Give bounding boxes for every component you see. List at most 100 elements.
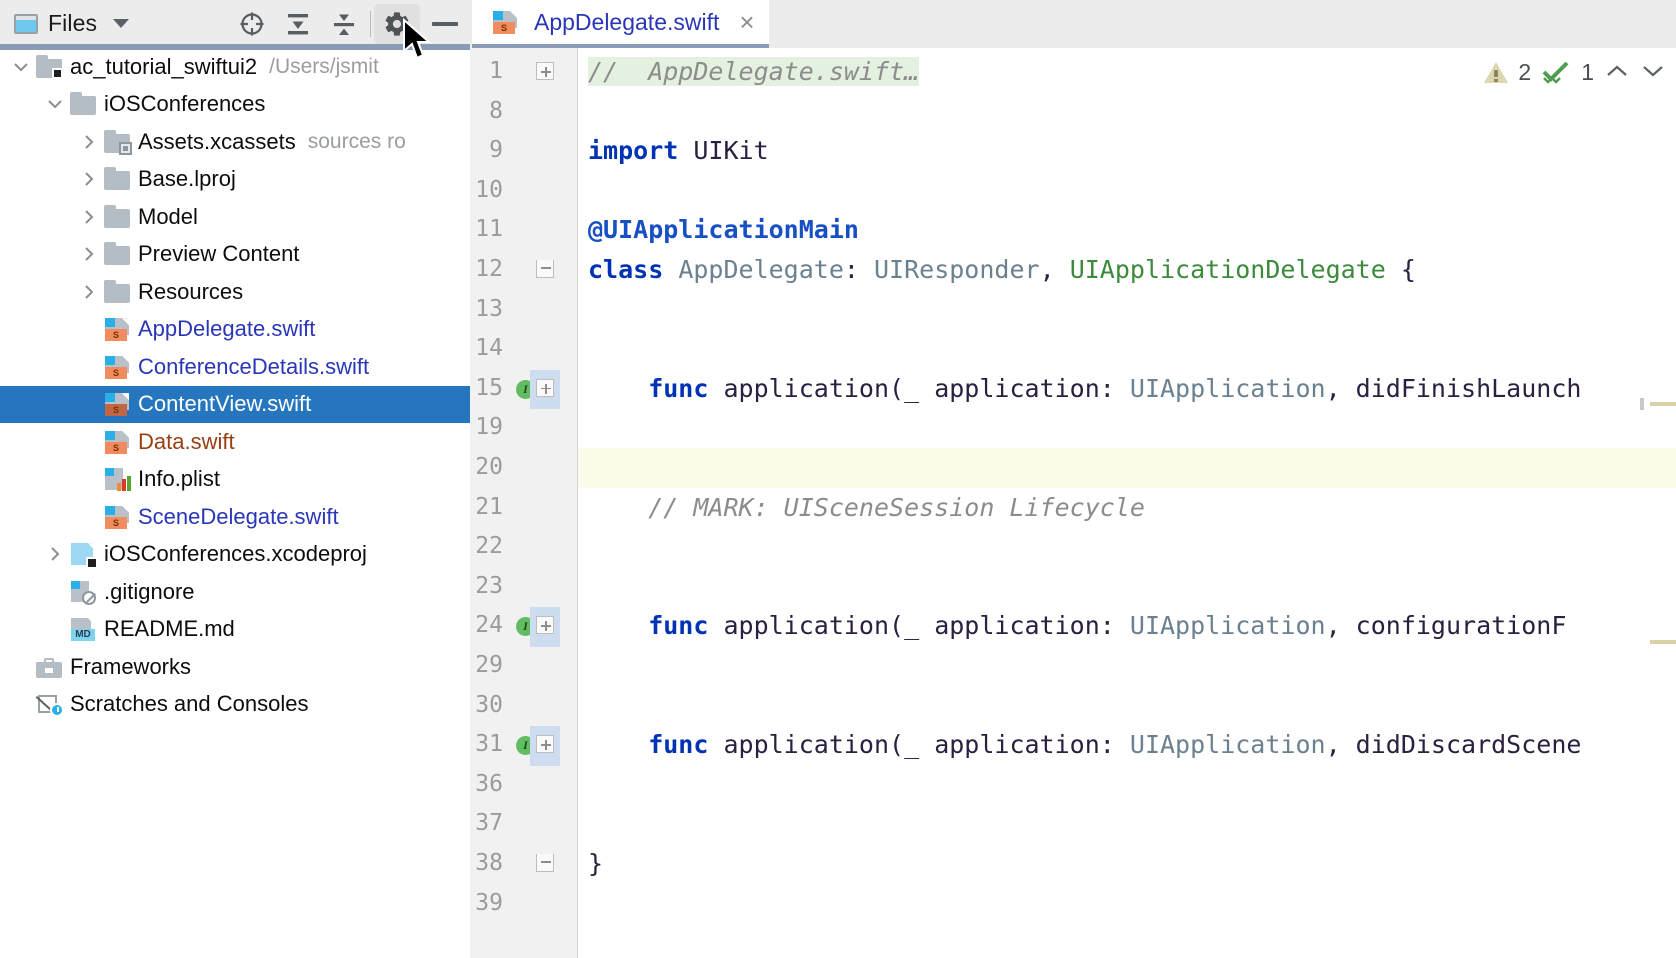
code-token: }	[588, 849, 604, 878]
tree-item-iosconferences[interactable]: iOSConferences	[0, 86, 470, 124]
tree-item-label: Base.lproj	[138, 166, 236, 192]
line-number: 20	[475, 454, 503, 480]
tree-item-readme-md[interactable]: MD README.md	[0, 611, 470, 649]
code-line[interactable]	[578, 804, 1676, 844]
code-token: func	[588, 373, 709, 403]
close-icon[interactable]: ×	[739, 9, 754, 35]
code-token: UIResponder	[858, 255, 1040, 284]
chevron-up-icon[interactable]	[1604, 59, 1630, 86]
toolbar-divider	[370, 10, 371, 37]
tree-item-assets-xcassets[interactable]: Assets.xcassets sources ro	[0, 123, 470, 161]
code-line[interactable]	[578, 686, 1676, 726]
scroll-from-source-icon[interactable]	[229, 4, 275, 44]
line-number: 12	[475, 256, 503, 282]
editor-gutter[interactable]: 1 8 9 10 11 12 13 14 15 I 19 20 21 22 23 24 I 29 30 31 I 36 37…	[470, 48, 578, 958]
code-line[interactable]	[578, 646, 1676, 686]
swift-file-icon: S	[102, 354, 132, 380]
folder-icon	[102, 166, 132, 192]
line-number: 1	[489, 58, 503, 84]
code-line[interactable]	[578, 884, 1676, 924]
code-line[interactable]: import UIKit	[578, 131, 1676, 171]
tree-item-gitignore[interactable]: .gitignore	[0, 573, 470, 611]
project-tree[interactable]: ac_tutorial_swiftui2/Users/jsmit iOSConfe…	[0, 48, 470, 958]
swift-file-icon: S	[490, 9, 518, 35]
code-line[interactable]: func application(_ application: UIApplic…	[578, 606, 1676, 646]
tree-item-label: ContentView.swift	[138, 391, 312, 417]
tree-item-preview-content[interactable]: Preview Content	[0, 236, 470, 274]
tree-item-model[interactable]: Model	[0, 198, 470, 236]
code-token: :	[1099, 611, 1130, 641]
code-line[interactable]: class AppDelegate: UIResponder, UIApplic…	[578, 250, 1676, 290]
swift-file-icon: S	[102, 316, 132, 342]
line-number: 21	[475, 493, 503, 520]
code-token: //	[588, 57, 634, 86]
tree-item-info-plist[interactable]: Info.plist	[0, 461, 470, 499]
chevron-right-icon[interactable]	[76, 170, 102, 188]
warning-triangle-icon	[1484, 61, 1509, 83]
tree-item-base-lproj[interactable]: Base.lproj	[0, 161, 470, 199]
code-token: AppDelegate.swift…	[633, 57, 920, 86]
code-line[interactable]	[578, 567, 1676, 607]
tree-item-conferencedetails-swift[interactable]: S ConferenceDetails.swift	[0, 348, 470, 386]
code-line[interactable]	[578, 448, 1676, 488]
tree-item-frameworks[interactable]: Frameworks	[0, 648, 470, 686]
chevron-down-icon[interactable]	[113, 19, 130, 28]
editor-tab-appdelegate[interactable]: S AppDelegate.swift ×	[472, 0, 769, 48]
code-token: UIApplication	[1129, 730, 1326, 760]
line-number: 9	[489, 137, 503, 164]
fold-collapse-icon[interactable]	[536, 260, 558, 282]
chevron-right-icon[interactable]	[76, 133, 102, 151]
code-line[interactable]	[578, 527, 1676, 567]
code-line[interactable]	[578, 408, 1676, 448]
fold-expand-icon[interactable]	[536, 378, 558, 401]
chevron-right-icon[interactable]	[42, 545, 68, 563]
line-number: 29	[475, 652, 503, 678]
code-line[interactable]: }	[578, 844, 1676, 884]
line-number: 38	[475, 850, 503, 876]
chevron-right-icon[interactable]	[76, 245, 102, 263]
frameworks-icon	[34, 654, 64, 680]
code-line[interactable]: @UIApplicationMain	[578, 210, 1676, 250]
tree-item-resources[interactable]: Resources	[0, 273, 470, 311]
chevron-down-icon[interactable]	[42, 95, 68, 113]
tree-item-scenedelegate-swift[interactable]: S SceneDelegate.swift	[0, 498, 470, 536]
code-token: (_	[889, 730, 935, 760]
fold-expand-icon[interactable]	[536, 735, 558, 757]
tree-item-scratches-and-consoles[interactable]: Scratches and Consoles	[0, 686, 470, 724]
fold-expand-icon[interactable]	[536, 62, 558, 84]
tree-item-data-swift[interactable]: S Data.swift	[0, 423, 470, 461]
chevron-right-icon[interactable]	[76, 208, 102, 226]
chevron-right-icon[interactable]	[76, 283, 102, 301]
fold-expand-icon[interactable]	[536, 616, 558, 638]
collapse-all-icon[interactable]	[321, 4, 367, 44]
code-line[interactable]	[578, 329, 1676, 369]
tree-item-appdelegate-swift[interactable]: S AppDelegate.swift	[0, 311, 470, 349]
code-token: class	[588, 255, 664, 284]
inspection-widget[interactable]: 2 1	[1470, 52, 1666, 92]
tree-item-ac-tutorial-swiftui2[interactable]: ac_tutorial_swiftui2/Users/jsmit	[0, 48, 470, 86]
code-line[interactable]	[578, 92, 1676, 132]
code-line[interactable]	[578, 765, 1676, 805]
chevron-down-icon[interactable]	[1640, 59, 1666, 86]
code-content[interactable]: // AppDelegate.swift… import UIKit @UIAppl…	[578, 48, 1676, 958]
code-token: configurationF	[1355, 611, 1567, 641]
code-token: ,	[1325, 611, 1356, 641]
code-line[interactable]	[578, 290, 1676, 330]
chevron-down-icon[interactable]	[8, 58, 34, 76]
code-line[interactable]: // MARK: UISceneSession Lifecycle	[578, 488, 1676, 528]
tree-item-contentview-swift[interactable]: S ContentView.swift	[0, 385, 470, 423]
code-token: {	[1385, 255, 1416, 284]
code-line[interactable]	[578, 171, 1676, 211]
code-line[interactable]: func application(_ application: UIApplic…	[578, 725, 1676, 765]
expand-all-icon[interactable]	[275, 4, 321, 44]
code-line[interactable]: func application(_ application: UIApplic…	[578, 369, 1676, 409]
fold-collapse-icon[interactable]	[536, 854, 558, 876]
ide-window: Files ac_tutorial_swiftui2 /Users/jsmit …	[0, 0, 1676, 958]
editor-horizontal-scrollbar[interactable]	[0, 44, 470, 50]
tree-item-iosconferences-xcodeproj[interactable]: iOSConferences.xcodeproj	[0, 536, 470, 574]
gitignore-file-icon	[68, 579, 98, 605]
tree-item-label: Frameworks	[70, 653, 192, 679]
tree-item-label: Model	[138, 203, 198, 229]
tree-item-label: AppDelegate.swift	[138, 316, 316, 342]
folded-region-stripe	[1650, 402, 1676, 407]
